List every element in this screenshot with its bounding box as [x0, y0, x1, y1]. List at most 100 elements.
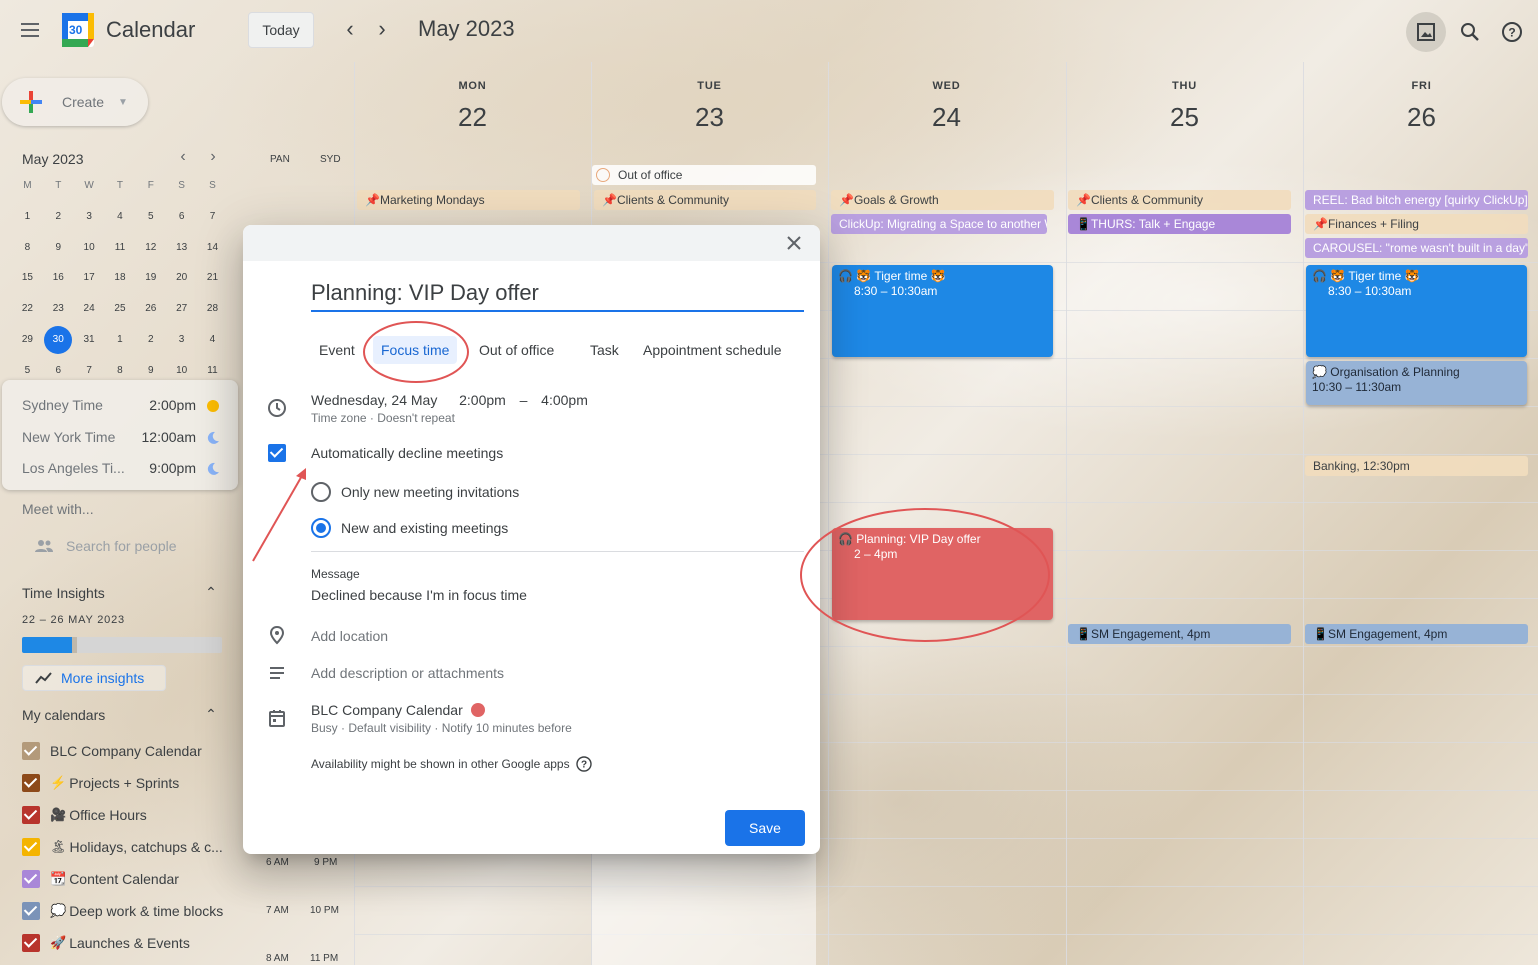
- calendar-color-dot[interactable]: [470, 703, 485, 717]
- calendar-list-item[interactable]: 💭 Deep work & time blocks: [22, 901, 223, 921]
- mini-calendar-day[interactable]: 10: [74, 242, 105, 253]
- tab-task[interactable]: Task: [582, 336, 627, 364]
- day-header-fri[interactable]: FRI 26: [1303, 80, 1538, 133]
- auto-decline-checkbox[interactable]: [268, 444, 286, 462]
- allday-event[interactable]: 📌Finances + Filing: [1305, 214, 1528, 234]
- allday-event[interactable]: ClickUp: Migrating a Space to another W: [831, 214, 1047, 234]
- mini-calendar-day[interactable]: 5: [12, 365, 43, 376]
- close-icon[interactable]: [784, 233, 804, 253]
- mini-calendar-day[interactable]: 2: [135, 334, 166, 345]
- mini-calendar-day[interactable]: 6: [43, 365, 74, 376]
- day-header-wed[interactable]: WED 24: [828, 80, 1065, 133]
- calendar-list-item[interactable]: 📆 Content Calendar: [22, 869, 179, 889]
- mini-calendar-day[interactable]: 18: [105, 272, 136, 283]
- day-number[interactable]: 23: [591, 102, 828, 133]
- mini-calendar-day[interactable]: 1: [12, 211, 43, 222]
- mini-calendar-day[interactable]: 3: [74, 211, 105, 222]
- tab-appointment-schedule[interactable]: Appointment schedule: [635, 336, 790, 364]
- mini-calendar-day[interactable]: 10: [166, 365, 197, 376]
- calendar-checkbox[interactable]: [22, 742, 40, 760]
- event-sm-engagement-thu[interactable]: 📱SM Engagement, 4pm: [1068, 624, 1291, 644]
- allday-event[interactable]: 📌Goals & Growth: [831, 190, 1054, 210]
- mini-calendar-day[interactable]: 2: [43, 211, 74, 222]
- mini-calendar-day[interactable]: 22: [12, 303, 43, 314]
- mini-calendar-day[interactable]: 31: [74, 334, 105, 345]
- allday-event-out-of-office[interactable]: Out of office: [592, 165, 816, 185]
- mini-calendar-day[interactable]: 7: [197, 211, 228, 222]
- calendar-checkbox[interactable]: [22, 902, 40, 920]
- collapse-my-calendars-icon[interactable]: ⌃: [201, 706, 221, 723]
- mini-calendar-day[interactable]: 30: [44, 325, 73, 354]
- day-number[interactable]: 25: [1066, 102, 1303, 133]
- end-time-button[interactable]: 4:00pm: [541, 392, 588, 408]
- day-header-thu[interactable]: THU 25: [1066, 80, 1303, 133]
- radio-new-and-existing[interactable]: [311, 518, 331, 538]
- day-number[interactable]: 24: [828, 102, 1065, 133]
- help-circle-icon[interactable]: ?: [575, 756, 592, 772]
- allday-event[interactable]: 📌Clients & Community: [1068, 190, 1291, 210]
- mini-calendar-day[interactable]: 8: [12, 242, 43, 253]
- tab-focus-time[interactable]: Focus time: [373, 336, 458, 364]
- collapse-time-insights-icon[interactable]: ⌃: [201, 584, 221, 601]
- next-week-icon[interactable]: ›: [370, 18, 394, 42]
- calendar-checkbox[interactable]: [22, 870, 40, 888]
- background-image-icon[interactable]: [1406, 12, 1446, 52]
- mini-calendar-day[interactable]: 8: [105, 365, 136, 376]
- calendar-checkbox[interactable]: [22, 774, 40, 792]
- day-header-tue[interactable]: TUE 23: [591, 80, 828, 133]
- search-people-input[interactable]: Search for people: [34, 535, 234, 557]
- mini-calendar-day[interactable]: 20: [166, 272, 197, 283]
- event-sm-engagement-fri[interactable]: 📱SM Engagement, 4pm: [1305, 624, 1528, 644]
- mini-calendar-day[interactable]: 11: [105, 242, 136, 253]
- mini-calendar-day[interactable]: 17: [74, 272, 105, 283]
- calendar-list-item[interactable]: BLC Company Calendar: [22, 741, 202, 761]
- start-time-button[interactable]: 2:00pm: [459, 392, 506, 408]
- allday-event[interactable]: REEL: Bad bitch energy [quirky ClickUp]: [1305, 190, 1528, 210]
- mini-calendar-day[interactable]: 16: [43, 272, 74, 283]
- mini-calendar-day[interactable]: 9: [43, 242, 74, 253]
- mini-calendar-day[interactable]: 28: [197, 303, 228, 314]
- event-tiger-time-wed[interactable]: 🎧 🐯 Tiger time 🐯 8:30 – 10:30am: [832, 265, 1053, 357]
- mini-calendar-day[interactable]: 12: [135, 242, 166, 253]
- mini-calendar-day[interactable]: 3: [166, 334, 197, 345]
- mini-calendar-day[interactable]: 29: [12, 334, 43, 345]
- event-organisation-planning[interactable]: 💭 Organisation & Planning 10:30 – 11:30a…: [1306, 361, 1527, 405]
- allday-event[interactable]: CAROUSEL: "rome wasn't built in a day": [1305, 238, 1528, 258]
- calendar-checkbox[interactable]: [22, 934, 40, 952]
- allday-event[interactable]: 📌Clients & Community: [594, 190, 816, 210]
- mini-calendar-day[interactable]: 1: [104, 334, 135, 345]
- mini-prev-month-icon[interactable]: ‹: [173, 148, 193, 166]
- event-tiger-time-fri[interactable]: 🎧 🐯 Tiger time 🐯 8:30 – 10:30am: [1306, 265, 1527, 357]
- allday-event[interactable]: 📌Marketing Mondays: [357, 190, 580, 210]
- radio-only-new[interactable]: [311, 482, 331, 502]
- mini-calendar-day[interactable]: 27: [166, 303, 197, 314]
- timezone-repeat-link[interactable]: Time zone · Doesn't repeat: [311, 411, 455, 425]
- mini-calendar-day[interactable]: 21: [197, 272, 228, 283]
- mini-calendar-day[interactable]: 23: [43, 303, 74, 314]
- day-header-mon[interactable]: MON 22: [354, 80, 591, 133]
- mini-calendar-day[interactable]: 26: [135, 303, 166, 314]
- allday-event[interactable]: 📱THURS: Talk + Engage: [1068, 214, 1291, 234]
- mini-calendar-day[interactable]: 4: [105, 211, 136, 222]
- calendar-list-item[interactable]: ⚡ Projects + Sprints: [22, 773, 179, 793]
- main-menu-icon[interactable]: [14, 14, 46, 46]
- calendar-selector[interactable]: BLC Company Calendar: [311, 702, 485, 718]
- help-icon[interactable]: ?: [1492, 12, 1532, 52]
- day-number[interactable]: 22: [354, 102, 591, 133]
- mini-calendar-day[interactable]: 14: [197, 242, 228, 253]
- calendar-checkbox[interactable]: [22, 806, 40, 824]
- save-button[interactable]: Save: [725, 810, 805, 846]
- mini-calendar-day[interactable]: 13: [166, 242, 197, 253]
- mini-calendar-day[interactable]: 7: [74, 365, 105, 376]
- date-button[interactable]: Wednesday, 24 May: [311, 392, 437, 408]
- tab-event[interactable]: Event: [311, 336, 363, 364]
- event-title-input[interactable]: [311, 280, 804, 312]
- mini-calendar-day[interactable]: 11: [197, 365, 228, 376]
- add-description-input[interactable]: Add description or attachments: [311, 665, 504, 681]
- day-number[interactable]: 26: [1303, 102, 1538, 133]
- dialog-drag-handle[interactable]: [243, 225, 820, 261]
- search-icon[interactable]: [1450, 12, 1490, 52]
- add-location-input[interactable]: Add location: [311, 628, 388, 644]
- mini-calendar-day[interactable]: 6: [166, 211, 197, 222]
- tab-out-of-office[interactable]: Out of office: [471, 336, 562, 364]
